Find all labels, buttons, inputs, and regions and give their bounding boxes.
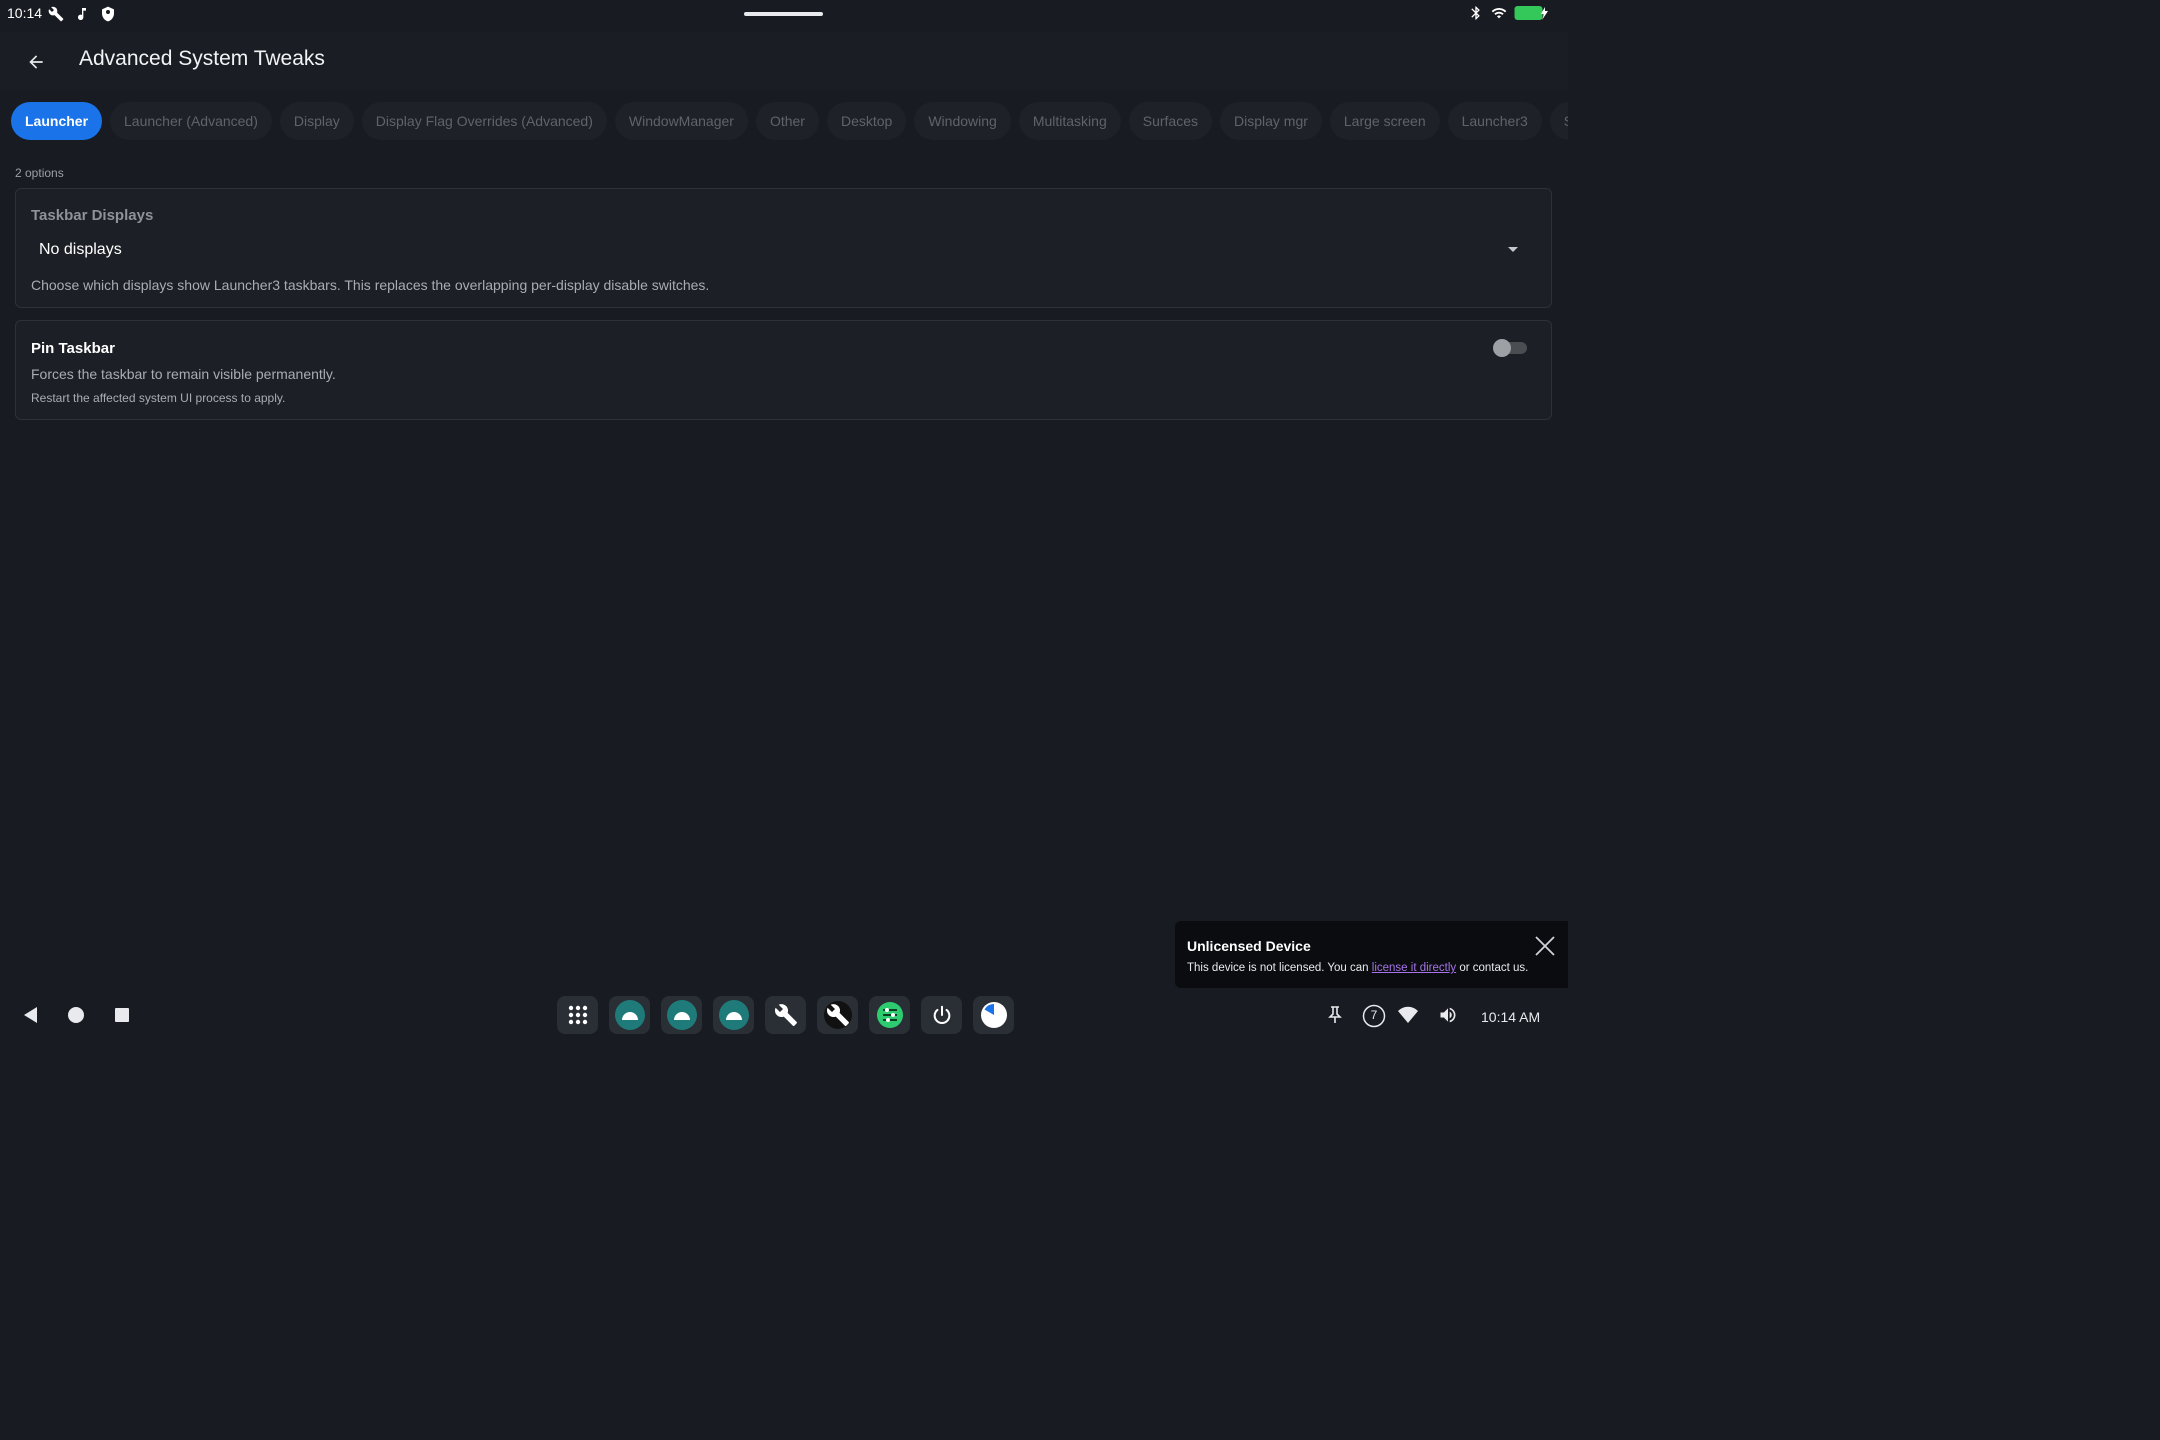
tab-windowmanager[interactable]: WindowManager [614, 102, 748, 140]
pie-chart-icon [980, 1002, 1007, 1028]
android-app-icon [666, 1000, 697, 1030]
tools-app[interactable] [765, 996, 806, 1034]
back-triangle-icon [24, 1007, 37, 1023]
android-app-3[interactable] [713, 996, 754, 1034]
wifi-icon [1491, 7, 1507, 19]
toast-body: This device is not licensed. You can lic… [1187, 962, 1528, 974]
status-right-icons [1468, 5, 1548, 21]
screen: 10:14 Advanced System Tweaks Launcher La… [0, 0, 1568, 1045]
taskbar-displays-title: Taskbar Displays [31, 207, 154, 224]
page-title: Advanced System Tweaks [79, 47, 325, 70]
arrow-left-icon [29, 55, 43, 69]
settings-app[interactable] [869, 996, 910, 1034]
wrench-icon [48, 6, 64, 22]
pin-taskbar-card: Pin Taskbar Forces the taskbar to remain… [15, 320, 1552, 420]
tab-launcher-advanced[interactable]: Launcher (Advanced) [110, 102, 272, 140]
wrench-dark-icon [823, 1001, 852, 1029]
nav-recents-button[interactable] [111, 1004, 133, 1026]
close-icon [1535, 936, 1555, 956]
nav-back-button[interactable] [20, 1004, 42, 1026]
shield-icon [102, 6, 114, 22]
tab-display-flag-overrides[interactable]: Display Flag Overrides (Advanced) [361, 102, 607, 140]
wifi-icon [1398, 1006, 1418, 1023]
tab-windowing[interactable]: Windowing [914, 102, 1011, 140]
recents-square-icon [115, 1008, 129, 1022]
tab-sys[interactable]: Sys [1549, 102, 1568, 140]
toast-body-prefix: This device is not licensed. You can [1187, 962, 1372, 974]
tab-display-mgr[interactable]: Display mgr [1219, 102, 1322, 140]
battery-charging-icon [1514, 6, 1548, 20]
toast-body-suffix: or contact us. [1456, 962, 1529, 974]
tab-desktop[interactable]: Desktop [826, 102, 907, 140]
status-bar: 10:14 [0, 0, 1568, 28]
pin-taskbar-toggle[interactable] [1493, 339, 1527, 357]
license-link[interactable]: license it directly [1372, 962, 1456, 974]
wifi-tray-button[interactable] [1397, 1004, 1419, 1026]
android-app-icon [718, 1000, 749, 1030]
status-left-icons [48, 6, 116, 22]
taskbar-displays-select[interactable]: No displays [31, 235, 1536, 265]
pin-taskbar-note: Restart the affected system UI process t… [31, 391, 286, 405]
tab-other[interactable]: Other [755, 102, 819, 140]
category-tabs: Launcher Launcher (Advanced) Display Dis… [11, 102, 1568, 142]
tab-launcher[interactable]: Launcher [11, 102, 103, 140]
toggle-thumb [1493, 339, 1511, 357]
power-icon [933, 1005, 950, 1024]
taskbar-displays-description: Choose which displays show Launcher3 tas… [31, 277, 710, 293]
usage-app[interactable] [973, 996, 1014, 1034]
taskbar-clock[interactable]: 10:14 AM [1481, 1009, 1540, 1025]
tab-surfaces[interactable]: Surfaces [1128, 102, 1212, 140]
dropdown-caret-icon [1508, 247, 1518, 252]
pin-taskbar-title: Pin Taskbar [31, 340, 115, 357]
pin-button[interactable] [1326, 1004, 1344, 1026]
app-drawer-button[interactable] [557, 996, 598, 1034]
back-button[interactable] [18, 44, 54, 80]
nav-home-button[interactable] [65, 1004, 87, 1026]
tab-display[interactable]: Display [279, 102, 354, 140]
home-circle-icon [68, 1007, 84, 1023]
taskbar-displays-value: No displays [39, 241, 122, 258]
android-app-icon [614, 1000, 645, 1030]
pin-icon [1328, 1006, 1342, 1023]
toast-close-button[interactable] [1534, 935, 1556, 957]
status-time: 10:14 [7, 5, 43, 21]
android-app-1[interactable] [609, 996, 650, 1034]
tab-multitasking[interactable]: Multitasking [1018, 102, 1121, 140]
taskbar-apps [557, 996, 1014, 1034]
android-app-2[interactable] [661, 996, 702, 1034]
tab-launcher3[interactable]: Launcher3 [1447, 102, 1542, 140]
music-note-icon [78, 8, 86, 20]
toast-title: Unlicensed Device [1187, 938, 1311, 954]
app-drawer-icon [568, 1005, 587, 1025]
power-app[interactable] [921, 996, 962, 1034]
system-tweaks-app[interactable] [817, 996, 858, 1034]
app-bar: Advanced System Tweaks [0, 32, 1568, 90]
pin-taskbar-description: Forces the taskbar to remain visible per… [31, 366, 336, 382]
notification-count: 7 [1370, 1008, 1378, 1022]
gesture-handle[interactable] [744, 12, 823, 16]
wrench-icon [774, 1004, 797, 1026]
volume-button[interactable] [1436, 1004, 1460, 1026]
tab-large-screen[interactable]: Large screen [1329, 102, 1440, 140]
bluetooth-icon [1471, 6, 1480, 20]
notifications-button[interactable]: 7 [1362, 1004, 1386, 1028]
taskbar-displays-card: Taskbar Displays No displays Choose whic… [15, 188, 1552, 308]
volume-icon [1440, 1007, 1456, 1023]
settings-sliders-icon [876, 1002, 903, 1028]
unlicensed-toast: Unlicensed Device This device is not lic… [1175, 921, 1568, 988]
options-count: 2 options [15, 166, 64, 180]
